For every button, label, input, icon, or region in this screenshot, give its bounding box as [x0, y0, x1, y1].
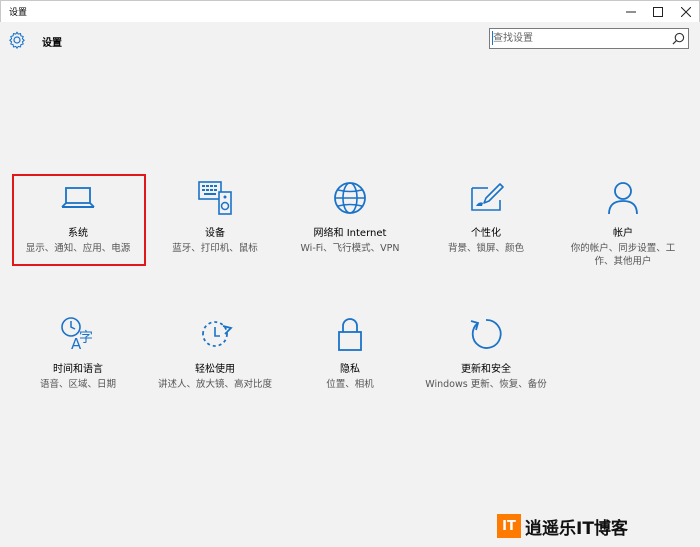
time-language-icon: A 字 — [61, 317, 93, 352]
search-box[interactable] — [489, 28, 689, 49]
tile-network-label: 网络和 Internet — [313, 228, 387, 239]
tile-ease-of-access-label: 轻松使用 — [195, 364, 235, 375]
minimize-button[interactable] — [617, 1, 645, 23]
tile-accounts[interactable]: 帐户 你的帐户、同步设置、工作、其他用户 — [558, 180, 688, 268]
tile-ease-of-access[interactable]: 轻松使用 讲述人、放大镜、高对比度 — [150, 316, 280, 391]
minimize-icon — [626, 11, 636, 13]
watermark-logo: IT — [497, 514, 521, 538]
watermark: IT 逍遥乐IT博客 — [497, 514, 628, 539]
tile-network[interactable]: 网络和 Internet Wi-Fi、飞行模式、VPN — [285, 180, 415, 255]
lock-icon — [338, 318, 362, 351]
tile-network-desc: Wi-Fi、飞行模式、VPN — [300, 243, 400, 254]
tile-devices-desc: 蓝牙、打印机、鼠标 — [172, 243, 258, 254]
close-button[interactable] — [672, 1, 700, 23]
tile-update-security-desc: Windows 更新、恢复、备份 — [425, 379, 547, 390]
tile-devices[interactable]: 设备 蓝牙、打印机、鼠标 — [150, 180, 280, 255]
tile-update-security[interactable]: 更新和安全 Windows 更新、恢复、备份 — [421, 316, 551, 391]
update-icon — [470, 319, 502, 349]
watermark-text: 逍遥乐IT博客 — [525, 518, 628, 539]
personalization-icon — [471, 183, 504, 211]
tile-personalization-label: 个性化 — [471, 228, 501, 239]
search-icon[interactable] — [672, 32, 685, 45]
text-caret — [492, 31, 493, 45]
tile-ease-of-access-desc: 讲述人、放大镜、高对比度 — [157, 379, 272, 390]
tile-personalization[interactable]: 个性化 背景、锁屏、颜色 — [421, 180, 551, 255]
search-input[interactable] — [493, 31, 663, 46]
tile-time-language-label: 时间和语言 — [53, 364, 103, 375]
tile-time-language-desc: 语音、区域、日期 — [39, 379, 116, 390]
title-bar: 设置 — [0, 0, 700, 22]
gear-icon — [9, 31, 25, 49]
maximize-button[interactable] — [644, 1, 672, 23]
tile-privacy-label: 隐私 — [340, 364, 360, 375]
close-icon — [681, 7, 691, 17]
tile-time-language[interactable]: A 字 时间和语言 语音、区域、日期 — [13, 316, 143, 391]
tile-accounts-label: 帐户 — [613, 228, 633, 239]
tile-privacy[interactable]: 隐私 位置、相机 — [285, 316, 415, 391]
window-title: 设置 — [9, 8, 28, 18]
devices-icon — [198, 181, 232, 215]
tile-update-security-label: 更新和安全 — [461, 364, 511, 375]
tile-personalization-desc: 背景、锁屏、颜色 — [447, 243, 524, 254]
person-icon — [608, 182, 638, 215]
maximize-icon — [653, 7, 663, 17]
globe-icon — [334, 182, 366, 214]
ease-of-access-icon — [202, 321, 233, 347]
selection-highlight — [12, 174, 146, 266]
tile-accounts-desc: 你的帐户、同步设置、工作、其他用户 — [570, 243, 676, 267]
tile-privacy-desc: 位置、相机 — [326, 379, 374, 390]
page-title: 设置 — [42, 38, 62, 49]
tile-devices-label: 设备 — [205, 228, 225, 239]
svg-text:字: 字 — [79, 330, 93, 346]
